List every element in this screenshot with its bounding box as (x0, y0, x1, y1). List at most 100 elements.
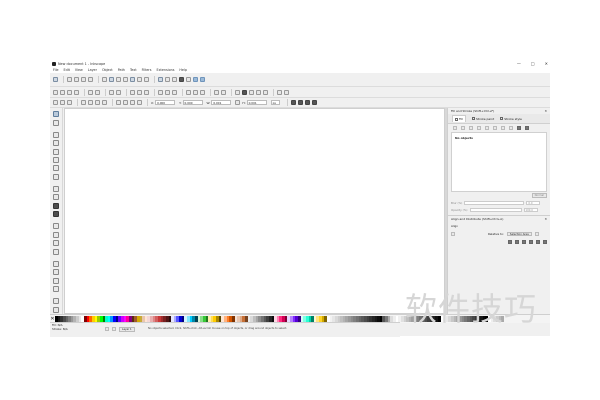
snap-edge-icon[interactable] (74, 77, 79, 82)
x-input[interactable]: 0.000 (155, 100, 176, 105)
close-button[interactable]: ✕ (545, 60, 548, 67)
menu-help[interactable]: Help (179, 68, 187, 72)
drawing-canvas[interactable] (64, 108, 445, 314)
dropper-tool-icon[interactable] (53, 269, 59, 276)
radial-gradient-icon[interactable] (477, 125, 481, 130)
cut-icon[interactable] (137, 89, 142, 95)
height-input[interactable]: 0.001 (246, 100, 267, 105)
scale-corners-icon[interactable] (297, 100, 303, 105)
snap-others-icon[interactable] (186, 77, 191, 82)
calligraphy-tool-icon[interactable] (53, 202, 59, 209)
layer-select[interactable]: Layer 1 (119, 327, 135, 332)
pencil-tool-icon[interactable] (53, 186, 59, 193)
mesh-gradient-icon[interactable] (485, 125, 489, 130)
snap-midpoint-icon[interactable] (88, 77, 93, 82)
snap-toggle-icon[interactable] (53, 77, 58, 82)
lpe-tool-icon[interactable] (53, 306, 59, 313)
snap-bbox-icon[interactable] (67, 77, 72, 82)
ellipse-tool-icon[interactable] (53, 165, 59, 172)
select-all-icon[interactable] (53, 100, 58, 105)
zoom-drawing-icon[interactable] (165, 89, 170, 95)
export-icon[interactable] (95, 89, 100, 95)
align-top-icon[interactable] (529, 240, 533, 244)
save-icon[interactable] (67, 89, 72, 95)
snap-path-icon[interactable] (109, 77, 114, 82)
node-tool-icon[interactable] (53, 119, 59, 126)
zoom-tool-icon[interactable] (53, 131, 59, 138)
align-option-icon[interactable] (534, 232, 539, 236)
copy-icon[interactable] (130, 89, 135, 95)
raise-icon[interactable] (123, 100, 128, 105)
no-paint-icon[interactable] (453, 125, 457, 130)
tab-stroke-style[interactable]: Stroke style (500, 117, 522, 121)
tab-stroke-paint[interactable]: Stroke paint (472, 117, 494, 121)
zoom-in-tool-icon[interactable] (53, 298, 59, 305)
measure-tool-icon[interactable] (53, 140, 59, 147)
undo-icon[interactable] (109, 89, 114, 95)
snap-page-icon[interactable] (158, 77, 163, 82)
nonzero-fill-icon[interactable] (525, 125, 529, 130)
flip-horizontal-icon[interactable] (95, 100, 100, 105)
gradient-tool-icon[interactable] (53, 248, 59, 255)
opacity-input[interactable]: 100.0 (523, 207, 538, 212)
unlink-clone-icon[interactable] (200, 89, 205, 95)
deselect-icon[interactable] (67, 100, 72, 105)
snap-cusp-icon[interactable] (123, 77, 128, 82)
rotate-ccw-icon[interactable] (81, 100, 86, 105)
layers-icon[interactable] (249, 89, 254, 95)
minimize-button[interactable]: — (517, 60, 521, 67)
maximize-button[interactable]: □ (531, 60, 535, 67)
visibility-icon[interactable] (105, 327, 109, 332)
y-input[interactable]: 0.000 (182, 100, 203, 105)
flip-vertical-icon[interactable] (102, 100, 107, 105)
lower-to-bottom-icon[interactable] (137, 100, 142, 105)
move-patterns-icon[interactable] (311, 100, 317, 105)
snap-center-icon[interactable] (137, 77, 142, 82)
width-input[interactable]: 0.001 (211, 100, 232, 105)
close-align-panel-icon[interactable]: ✕ (544, 217, 547, 221)
blend-mode-select[interactable]: Normal (531, 193, 547, 198)
rotate-cw-icon[interactable] (88, 100, 93, 105)
zoom-selection-icon[interactable] (158, 89, 163, 95)
snap-grid-icon[interactable] (165, 77, 170, 82)
move-gradients-icon[interactable] (304, 100, 310, 105)
import-icon[interactable] (88, 89, 93, 95)
spray-tool-icon[interactable] (53, 223, 59, 230)
pen-tool-icon[interactable] (53, 194, 59, 201)
selector-tool-icon[interactable] (53, 111, 59, 118)
flat-color-icon[interactable] (461, 125, 465, 130)
align-center-h-icon[interactable] (515, 240, 519, 244)
menu-filters[interactable]: Filters (142, 68, 152, 72)
swatch-icon[interactable] (501, 125, 505, 130)
align-right-icon[interactable] (522, 240, 526, 244)
text-font-icon[interactable] (242, 89, 247, 95)
snap-corner-icon[interactable] (81, 77, 86, 82)
menu-object[interactable]: Object (102, 68, 113, 72)
group-icon[interactable] (214, 89, 219, 95)
close-panel-icon[interactable]: ✕ (544, 109, 547, 113)
print-icon[interactable] (74, 89, 79, 95)
zoom-page-icon[interactable] (172, 89, 177, 95)
scale-stroke-icon[interactable] (290, 100, 296, 105)
menu-file[interactable]: File (53, 68, 59, 72)
star-tool-icon[interactable] (53, 173, 59, 180)
unit-select[interactable]: px (270, 100, 280, 105)
lock-icon[interactable] (235, 100, 241, 105)
tab-fill[interactable]: Fill (452, 115, 467, 122)
relative-to-select[interactable]: Selection Area (506, 231, 532, 237)
pattern-icon[interactable] (493, 125, 497, 130)
duplicate-icon[interactable] (186, 89, 191, 95)
3d-box-tool-icon[interactable] (53, 156, 59, 163)
snap-guide-icon[interactable] (172, 77, 177, 82)
xml-editor-icon[interactable] (256, 89, 261, 95)
snap-nodes-icon[interactable] (102, 77, 107, 82)
eraser-tool-icon[interactable] (53, 231, 59, 238)
evenodd-fill-icon[interactable] (517, 125, 521, 130)
opacity-slider[interactable] (469, 207, 522, 212)
select-all-layers-icon[interactable] (60, 100, 65, 105)
open-file-icon[interactable] (60, 89, 65, 95)
menu-extensions[interactable]: Extensions (157, 68, 175, 72)
snap-alignment-icon[interactable] (200, 77, 205, 82)
raise-to-top-icon[interactable] (116, 100, 121, 105)
text-baseline-icon[interactable] (179, 77, 184, 82)
